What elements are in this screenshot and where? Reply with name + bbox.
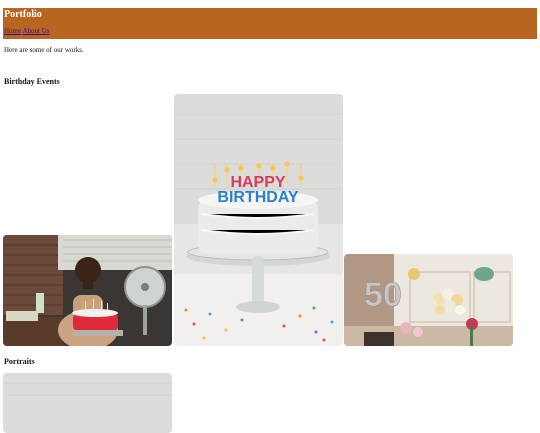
main-nav: Home About Us — [4, 27, 50, 36]
site-title: Portfolio — [4, 9, 42, 20]
photo-party-room-balloons[interactable]: 50 — [344, 254, 513, 346]
photo-white-birthday-cake[interactable]: HAPPY BIRTHDAY — [174, 94, 343, 346]
nav-link-home[interactable]: Home — [4, 27, 21, 35]
intro-text: Here are some of our works. — [4, 46, 84, 54]
site-header: Portfolio Home About Us — [3, 8, 537, 39]
photo-portrait-image — [3, 373, 172, 433]
balloon-number: 50 — [364, 276, 402, 314]
section-title-portraits: Portraits — [4, 357, 35, 366]
section-title-birthday-events: Birthday Events — [4, 77, 60, 86]
photo-white-birthday-cake-image: HAPPY BIRTHDAY — [174, 94, 343, 346]
cake-topper-birthday: BIRTHDAY — [217, 189, 299, 206]
photo-boy-with-birthday-cake-image — [3, 235, 172, 346]
photo-party-room-balloons-image: 50 — [344, 254, 513, 346]
photo-portrait[interactable] — [3, 373, 172, 433]
nav-link-about-us[interactable]: About Us — [22, 27, 49, 35]
photo-boy-with-birthday-cake[interactable] — [3, 235, 172, 346]
